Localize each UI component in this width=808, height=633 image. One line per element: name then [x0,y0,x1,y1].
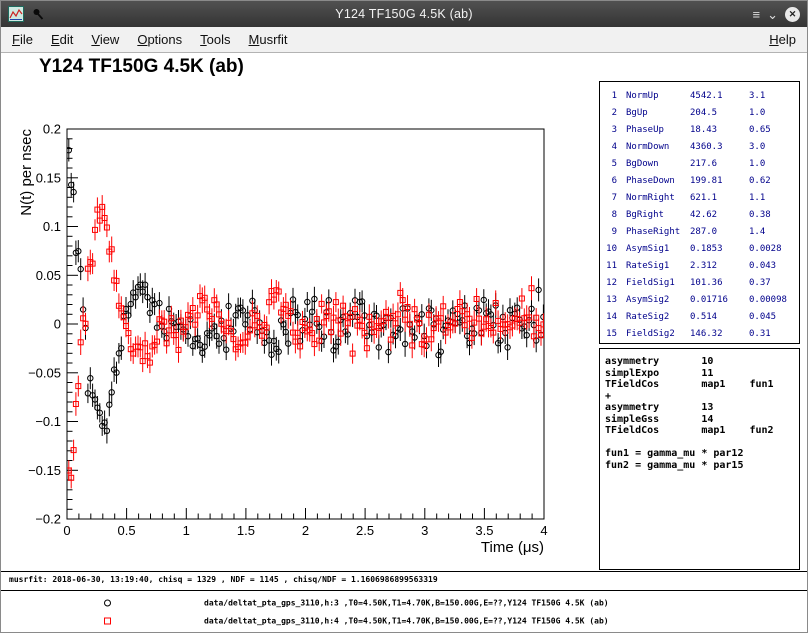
theory-line: asymmetry 13 [605,402,794,414]
param-row: 15FieldSig2146.320.31 [604,325,795,342]
menu-item-tools[interactable]: Tools [191,27,239,52]
svg-text:3: 3 [421,523,428,538]
svg-text:0.05: 0.05 [36,268,61,283]
menu-item-help[interactable]: Help [760,27,805,52]
legend-label: data/deltat_pta_gps_3110,h:3 ,T0=4.50K,T… [204,599,609,608]
data-series-0 [66,139,546,444]
svg-text:3.5: 3.5 [475,523,493,538]
param-row: 3PhaseUp18.430.65 [604,121,795,138]
svg-text:4: 4 [540,523,547,538]
square-marker-icon [104,618,111,625]
theory-line: fun2 = gamma_mu * par15 [605,460,794,472]
param-row: 14RateSig20.5140.045 [604,308,795,325]
legend-entry: data/deltat_pta_gps_3110,h:3 ,T0=4.50K,T… [1,594,807,612]
svg-text:−0.05: −0.05 [28,365,61,380]
svg-text:0.15: 0.15 [36,170,61,185]
param-row: 7NormRight621.11.1 [604,189,795,206]
theory-line: fun1 = gamma_mu * par12 [605,448,794,460]
legend-entry: data/deltat_pta_gps_3110,h:4 ,T0=4.50K,T… [1,612,807,630]
theory-line: asymmetry 10 [605,356,794,368]
theory-line: TFieldCos map1 fun2 [605,425,794,437]
legend-label: data/deltat_pta_gps_3110,h:4 ,T0=4.50K,T… [204,617,609,626]
fit-status-line: musrfit: 2018-06-30, 13:19:40, chisq = 1… [9,575,438,584]
menu-item-view[interactable]: View [82,27,128,52]
svg-text:0: 0 [54,317,61,332]
param-row: 12FieldSig1101.360.37 [604,274,795,291]
param-row: 10AsymSig10.18530.0028 [604,240,795,257]
menu-item-edit[interactable]: Edit [42,27,82,52]
svg-text:0.1: 0.1 [43,219,61,234]
musrview-window: Y124 TF150G 4.5K (ab) ≡ ⌄ ✕ FileEditView… [0,0,808,633]
svg-text:−0.1: −0.1 [35,414,61,429]
param-row: 6PhaseDown199.810.62 [604,172,795,189]
param-row: 9PhaseRight287.01.4 [604,223,795,240]
fit-parameters-panel: 1NormUp4542.13.12BgUp204.51.03PhaseUp18.… [599,81,800,344]
param-row: 11RateSig12.3120.043 [604,257,795,274]
theory-line: simpleGss 14 [605,414,794,426]
circle-marker-icon [104,600,111,607]
separator-line [1,590,807,591]
param-row: 5BgDown217.61.0 [604,155,795,172]
menu-item-file[interactable]: File [3,27,42,52]
menubar: FileEditViewOptionsToolsMusrfit Help [1,27,807,53]
window-title: Y124 TF150G 4.5K (ab) [1,7,807,21]
svg-text:1.5: 1.5 [237,523,255,538]
plot-area[interactable]: 0 0.5 1 1.5 2 2.5 3 3.5 4 −0.2 −0.15 −0.1 −0.05 0 0.05… [3,81,599,557]
menu-items: FileEditViewOptionsToolsMusrfit [3,27,297,52]
plot-canvas[interactable]: 0 0.5 1 1.5 2 2.5 3 3.5 4 −0.2 −0.15 −0.1 −0.05 0 0.05… [3,81,599,557]
svg-text:2.5: 2.5 [356,523,374,538]
theory-line: + [605,391,794,403]
svg-text:1: 1 [183,523,190,538]
param-row: 2BgUp204.51.0 [604,104,795,121]
theory-line: TFieldCos map1 fun1 [605,379,794,391]
theory-line: simplExpo 11 [605,368,794,380]
menu-item-musrfit[interactable]: Musrfit [240,27,297,52]
svg-text:0.2: 0.2 [43,122,61,137]
menu-items-right: Help [760,27,805,52]
theory-panel: asymmetry 10simplExpo 11TFieldCos map1 f… [599,348,800,570]
x-axis-title: Time (μs) [481,539,544,556]
separator-line [1,571,807,572]
canvas-area: Y124 TF150G 4.5K (ab) 0 0.5 1 1.5 2 2.5 3 3.5 4 −… [1,53,807,632]
y-axis-title: N(t) per nsec [18,129,35,216]
theory-line [605,437,794,449]
titlebar: Y124 TF150G 4.5K (ab) ≡ ⌄ ✕ [1,1,807,27]
menu-item-options[interactable]: Options [128,27,191,52]
param-row: 4NormDown4360.33.0 [604,138,795,155]
param-row: 8BgRight42.620.38 [604,206,795,223]
plot-title: Y124 TF150G 4.5K (ab) [39,56,244,78]
svg-text:−0.15: −0.15 [28,463,61,478]
svg-text:−0.2: −0.2 [35,512,61,527]
svg-text:2: 2 [302,523,309,538]
svg-text:0.5: 0.5 [118,523,136,538]
svg-text:0: 0 [63,523,70,538]
param-row: 13AsymSig20.017160.00098 [604,291,795,308]
param-row: 1NormUp4542.13.1 [604,87,795,104]
